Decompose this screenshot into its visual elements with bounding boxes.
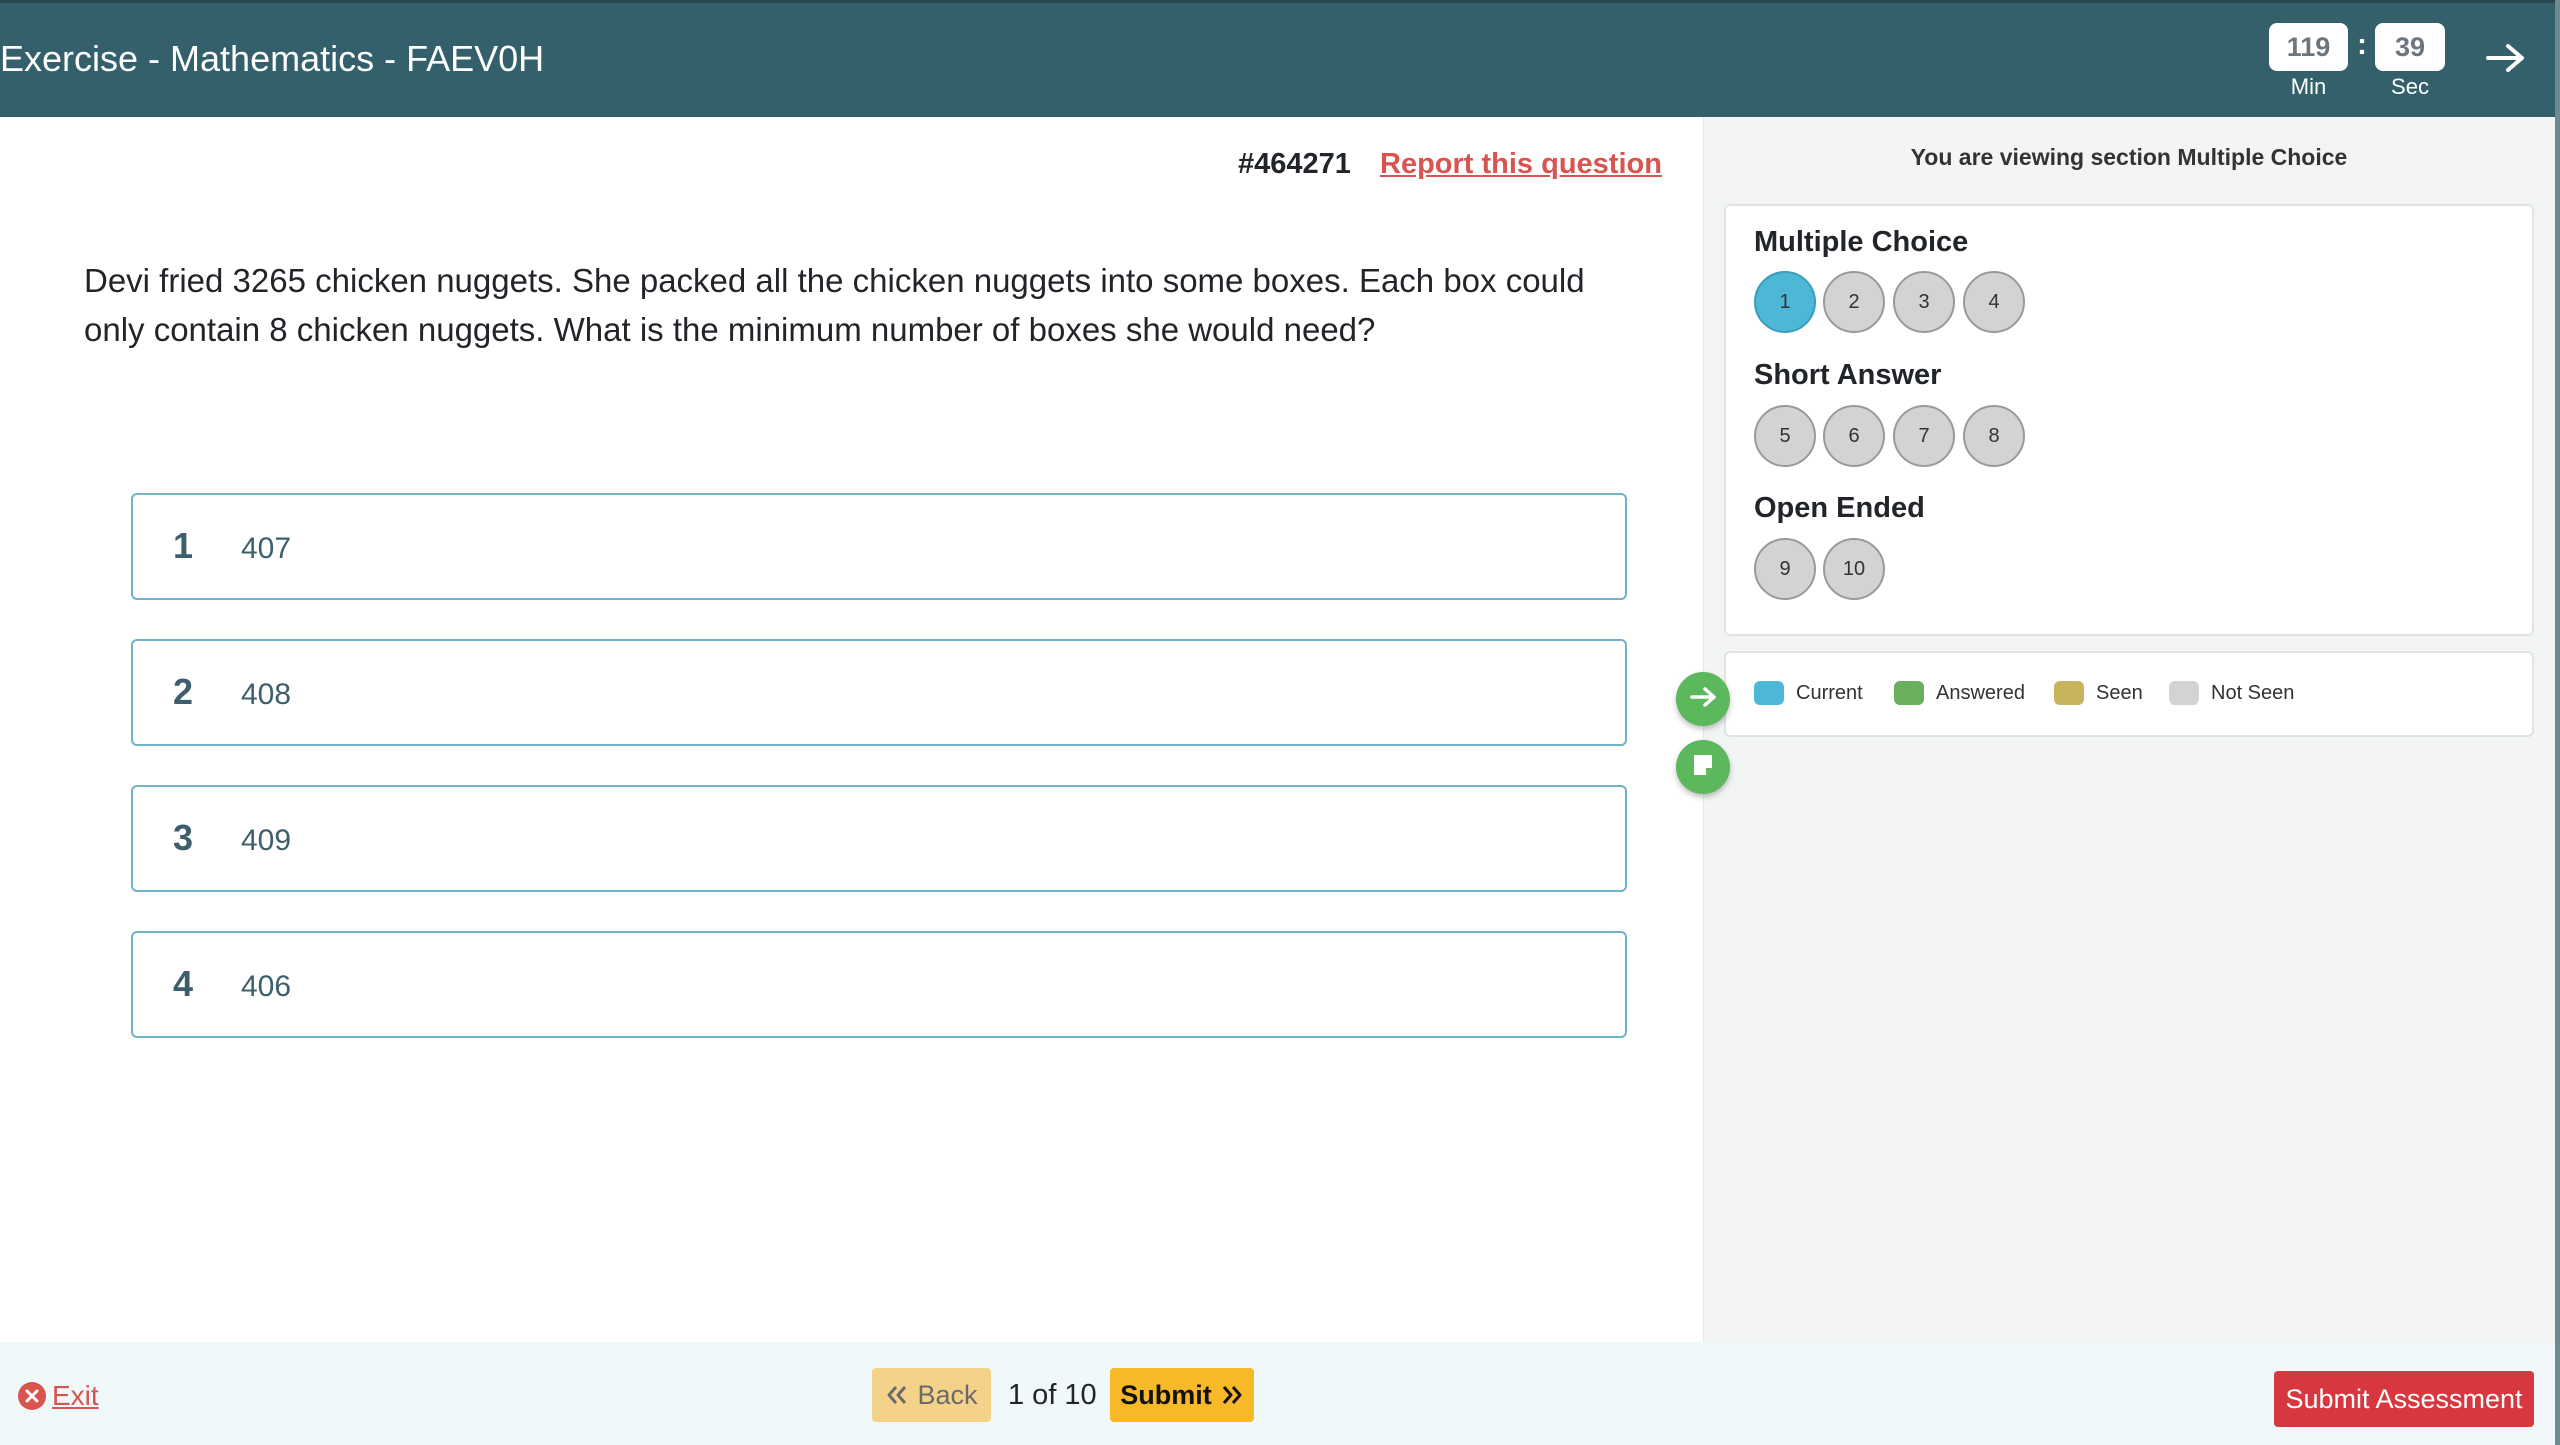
question-button-8[interactable]: 8 [1963,405,2025,467]
legend-label: Seen [2096,681,2143,704]
exit-link[interactable]: Exit [18,1380,99,1412]
note-icon [1688,750,1718,785]
toggle-panel-button[interactable] [1676,672,1730,726]
submit-button[interactable]: Submit [1110,1368,1254,1422]
close-circle-icon [18,1382,46,1410]
seen-swatch [2054,681,2084,705]
arrow-right-icon[interactable] [2484,36,2528,80]
question-button-5[interactable]: 5 [1754,405,1816,467]
option-value: 408 [241,678,292,711]
question-text: Devi fried 3265 chicken nuggets. She pac… [84,262,1585,348]
page-indicator: 1 of 10 [1008,1379,1097,1411]
legend-label: Answered [1936,681,2025,704]
question-id: #464271 [1238,148,1351,180]
report-question-link[interactable]: Report this question [1380,148,1662,181]
current-swatch [1754,681,1784,705]
option-number: 2 [173,671,194,712]
answer-option-2[interactable]: 2 408 [131,639,1627,746]
section-heading-open-ended: Open Ended [1754,492,1925,524]
timer-minutes: 119 [2269,23,2348,71]
option-value: 406 [241,970,292,1003]
legend-label: Not Seen [2211,681,2295,704]
window-edge [2555,0,2560,1445]
option-number: 3 [173,817,194,858]
answer-option-4[interactable]: 4 406 [131,931,1627,1038]
option-number: 1 [173,525,194,566]
submit-label: Submit [1120,1379,1212,1410]
option-value: 407 [241,532,292,565]
back-label: Back [917,1379,978,1410]
question-button-4[interactable]: 4 [1963,271,2025,333]
legend-current: Current [1754,681,1863,705]
question-button-1[interactable]: 1 [1754,271,1816,333]
legend-label: Current [1796,681,1863,704]
answer-option-1[interactable]: 1 407 [131,493,1627,600]
question-button-9[interactable]: 9 [1754,538,1816,600]
submit-assessment-button[interactable]: Submit Assessment [2274,1371,2534,1427]
section-heading-short-answer: Short Answer [1754,359,1942,391]
bottom-footer [0,1342,2555,1445]
timer-min-label: Min [2290,74,2327,99]
double-chevron-left-icon [885,1384,909,1406]
top-header: Exercise - Mathematics - FAEV0H [0,0,2555,117]
answered-swatch [1894,681,1924,705]
question-button-10[interactable]: 10 [1823,538,1885,600]
legend-seen: Seen [2054,681,2143,705]
section-heading-multiple-choice: Multiple Choice [1754,226,1969,258]
question-button-6[interactable]: 6 [1823,405,1885,467]
timer-seconds: 39 [2375,23,2445,71]
back-button[interactable]: Back [872,1368,991,1422]
not-seen-swatch [2169,681,2199,705]
legend-answered: Answered [1894,681,2025,705]
question-button-2[interactable]: 2 [1823,271,1885,333]
notes-button[interactable] [1676,740,1730,794]
option-value: 409 [241,824,292,857]
legend-not-seen: Not Seen [2169,681,2294,705]
viewing-section-label: You are viewing section Multiple Choice [1910,144,2348,170]
question-button-7[interactable]: 7 [1893,405,1955,467]
option-number: 4 [173,963,194,1004]
question-button-3[interactable]: 3 [1893,271,1955,333]
exit-label: Exit [52,1380,99,1411]
timer-sec-label: Sec [2391,74,2429,99]
arrow-right-icon [1687,681,1719,718]
double-chevron-right-icon [1220,1384,1244,1406]
answer-option-3[interactable]: 3 409 [131,785,1627,892]
exercise-title: Exercise - Mathematics - FAEV0H [0,38,545,79]
timer-separator: : [2357,28,2367,61]
